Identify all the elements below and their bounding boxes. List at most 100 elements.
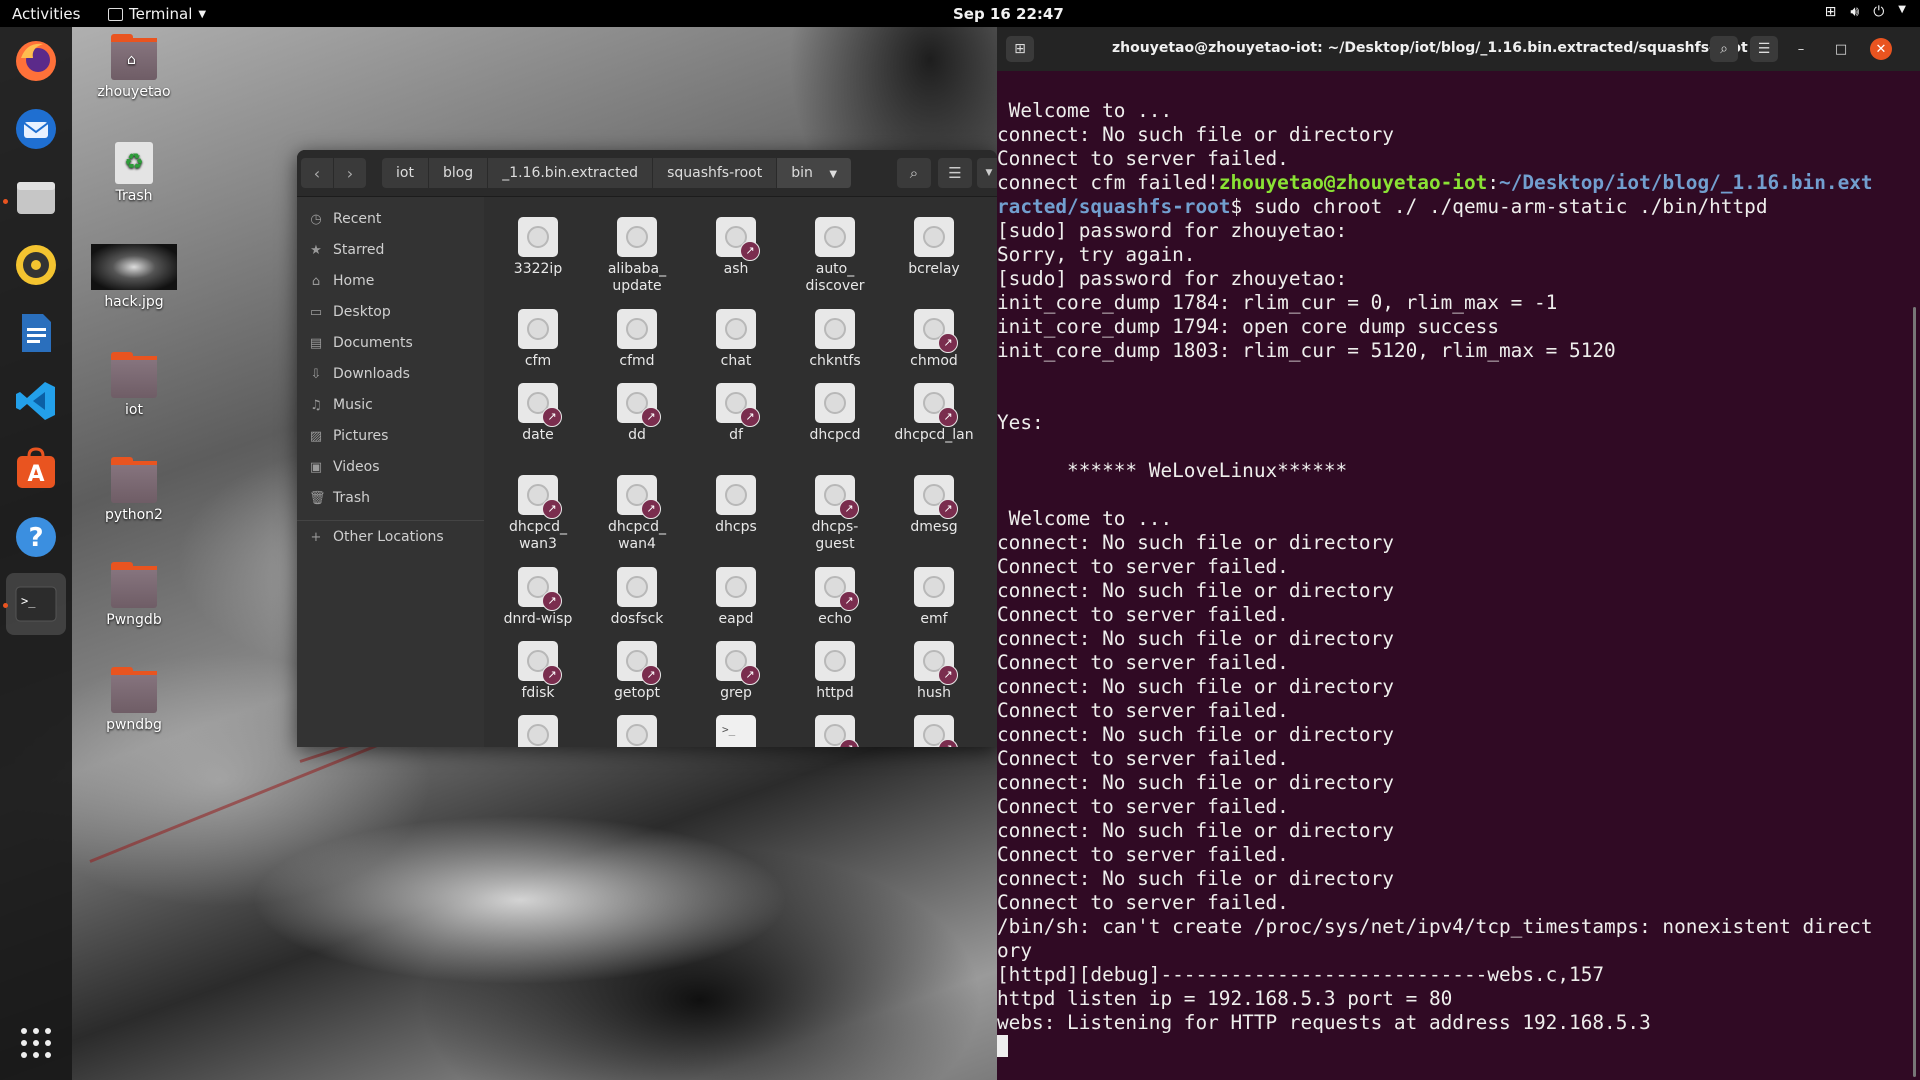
- libreoffice-writer-icon[interactable]: [12, 309, 60, 357]
- desktop-icon-hack-jpg[interactable]: hack.jpg: [79, 244, 189, 310]
- file-item[interactable]: ↗ date: [488, 383, 588, 444]
- rhythmbox-icon[interactable]: [12, 241, 60, 289]
- desktop-icon-pwngdb[interactable]: Pwngdb: [79, 562, 189, 628]
- sidebar-item-home[interactable]: ⌂ Home: [309, 273, 374, 289]
- places-sidebar: ◷ Recent ★ Starred ⌂ Home ▭ Desktop ▤ Documents ⇩ D…: [297, 197, 484, 747]
- breadcrumb-current[interactable]: bin ▼: [777, 158, 853, 188]
- desktop-icon-python2[interactable]: python2: [79, 457, 189, 523]
- file-item[interactable]: ↗ dhcpcd_ wan4: [587, 475, 687, 553]
- sidebar-item-music[interactable]: ♫ Music: [309, 397, 373, 413]
- file-item[interactable]: ↗ grep: [686, 641, 786, 702]
- terminal-line: [sudo] password for zhouyetao:: [997, 219, 1348, 242]
- sidebar-item-other-locations[interactable]: + Other Locations: [309, 529, 444, 545]
- file-item[interactable]: bcrelay: [884, 217, 984, 278]
- thunderbird-icon[interactable]: [12, 105, 60, 153]
- desktop-icon-trash[interactable]: ♻ Trash: [79, 142, 189, 204]
- chevron-down-icon[interactable]: ▼: [1898, 4, 1906, 20]
- close-button[interactable]: ✕: [1870, 38, 1892, 60]
- file-item[interactable]: ↗ fdisk: [488, 641, 588, 702]
- new-tab-button[interactable]: ⊞: [1006, 36, 1034, 62]
- file-item[interactable]: [587, 715, 687, 747]
- file-item[interactable]: ↗ getopt: [587, 641, 687, 702]
- forward-button[interactable]: ›: [334, 158, 366, 188]
- file-item[interactable]: chat: [686, 309, 786, 370]
- show-apps-grid-icon[interactable]: [12, 1019, 60, 1067]
- desktop-icon-pwndbg[interactable]: pwndbg: [79, 667, 189, 733]
- file-item[interactable]: auto_ discover: [785, 217, 885, 295]
- files-icon[interactable]: [12, 173, 60, 221]
- desktop-icon-iot[interactable]: iot: [79, 352, 189, 418]
- breadcrumb-item[interactable]: blog: [428, 158, 489, 188]
- file-item[interactable]: eapd: [686, 567, 786, 628]
- help-icon[interactable]: ?: [12, 513, 60, 561]
- terminal-output[interactable]: Welcome to ... connect: No such file or d…: [997, 99, 1902, 1059]
- maximize-button[interactable]: □: [1830, 38, 1852, 60]
- file-item[interactable]: alibaba_ update: [587, 217, 687, 295]
- executable-icon: [617, 217, 657, 257]
- sidebar-item-videos[interactable]: ▣ Videos: [309, 459, 380, 475]
- sidebar-item-recent[interactable]: ◷ Recent: [309, 211, 381, 227]
- file-item[interactable]: ↗: [785, 715, 885, 747]
- file-item[interactable]: ↗ echo: [785, 567, 885, 628]
- file-item[interactable]: ↗ dmesg: [884, 475, 984, 536]
- file-item[interactable]: cfmd: [587, 309, 687, 370]
- app-menu[interactable]: Terminal ▼: [108, 5, 206, 23]
- window-title: zhouyetao@zhouyetao-iot: ~/Desktop/iot/b…: [1112, 40, 1748, 56]
- file-item[interactable]: >_: [686, 715, 786, 747]
- power-icon[interactable]: ⏻: [1873, 4, 1884, 20]
- sidebar-item-pictures[interactable]: ▨ Pictures: [309, 428, 389, 444]
- file-name: cfmd: [619, 353, 655, 369]
- file-item[interactable]: ↗ dnrd-wisp: [488, 567, 588, 628]
- breadcrumb-item[interactable]: iot: [382, 158, 429, 188]
- file-item[interactable]: emf: [884, 567, 984, 628]
- system-tray[interactable]: ⊞ 🔊︎ ⏻ ▼: [1825, 4, 1906, 20]
- file-item[interactable]: ↗ chmod: [884, 309, 984, 370]
- breadcrumb-item[interactable]: squashfs-root: [653, 158, 778, 188]
- file-item[interactable]: ↗ dhcpcd_ wan3: [488, 475, 588, 553]
- file-item[interactable]: ↗ dhcps- guest: [785, 475, 885, 553]
- file-item[interactable]: chkntfs: [785, 309, 885, 370]
- file-item[interactable]: [488, 715, 588, 747]
- activities-button[interactable]: Activities: [12, 5, 80, 23]
- terminal-scrollbar[interactable]: [1913, 307, 1916, 1077]
- file-item[interactable]: cfm: [488, 309, 588, 370]
- chevron-down-icon: ▼: [198, 8, 207, 20]
- sidebar-item-documents[interactable]: ▤ Documents: [309, 335, 413, 351]
- clock[interactable]: Sep 16 22:47: [953, 5, 1064, 23]
- search-button[interactable]: ⌕: [897, 158, 931, 188]
- file-item[interactable]: dosfsck: [587, 567, 687, 628]
- file-item[interactable]: dhcps: [686, 475, 786, 536]
- volume-icon[interactable]: 🔊︎: [1850, 4, 1859, 20]
- file-name: df: [729, 427, 743, 443]
- file-item[interactable]: 3322ip: [488, 217, 588, 278]
- menu-button[interactable]: ☰: [1750, 36, 1778, 62]
- view-list-button[interactable]: ☰: [938, 158, 972, 188]
- view-options-button[interactable]: ▼: [977, 158, 997, 188]
- sidebar-item-starred[interactable]: ★ Starred: [309, 242, 384, 258]
- network-icon[interactable]: ⊞: [1825, 4, 1837, 20]
- app-center-icon[interactable]: A: [12, 445, 60, 493]
- file-item[interactable]: dhcpcd: [785, 383, 885, 444]
- file-item[interactable]: ↗ dhcpcd_lan: [884, 383, 984, 444]
- back-button[interactable]: ‹: [301, 158, 333, 188]
- file-item[interactable]: ↗ ash: [686, 217, 786, 278]
- file-item[interactable]: ↗: [884, 715, 984, 747]
- search-button[interactable]: ⌕: [1710, 36, 1738, 62]
- vscode-icon[interactable]: [12, 377, 60, 425]
- symlink-arrow-icon: ↗: [542, 591, 562, 611]
- minimize-button[interactable]: –: [1790, 38, 1812, 60]
- file-item[interactable]: ↗ df: [686, 383, 786, 444]
- terminal-icon[interactable]: >_: [12, 580, 60, 628]
- executable-icon: ↗: [617, 641, 661, 685]
- firefox-icon[interactable]: [12, 37, 60, 85]
- sidebar-item-downloads[interactable]: ⇩ Downloads: [309, 366, 410, 382]
- file-item[interactable]: httpd: [785, 641, 885, 702]
- file-item[interactable]: ↗ dd: [587, 383, 687, 444]
- breadcrumb-item[interactable]: _1.16.bin.extracted: [488, 158, 654, 188]
- desktop-icon-home[interactable]: ⌂ zhouyetao: [79, 34, 189, 100]
- sidebar-item-desktop[interactable]: ▭ Desktop: [309, 304, 391, 320]
- executable-icon: [716, 475, 756, 515]
- file-item[interactable]: ↗ hush: [884, 641, 984, 702]
- sidebar-item-trash[interactable]: 🗑︎ Trash: [309, 490, 370, 506]
